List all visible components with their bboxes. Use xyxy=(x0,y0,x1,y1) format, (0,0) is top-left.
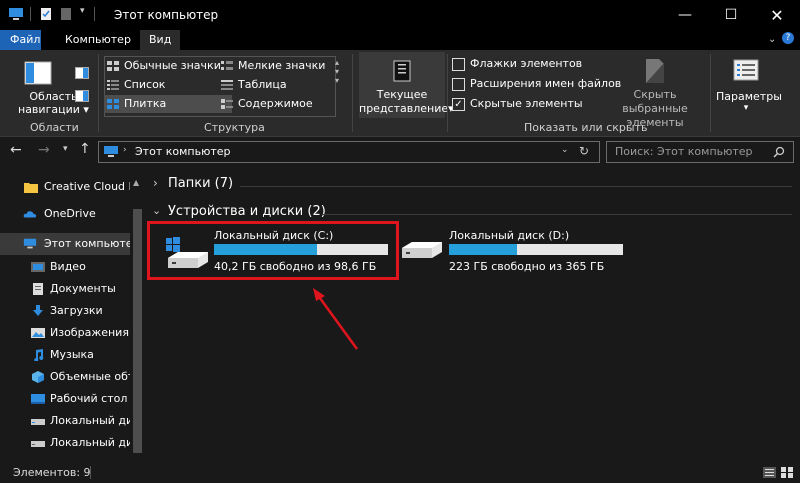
file-extensions-checkbox[interactable] xyxy=(452,78,465,91)
current-view-icon xyxy=(393,60,411,82)
navigation-pane: Creative Cloud Fil OneDrive Этот компьют… xyxy=(0,170,145,463)
minimize-button[interactable]: — xyxy=(662,0,708,30)
tab-view[interactable]: Вид xyxy=(140,30,181,50)
highlight-box xyxy=(147,221,399,280)
back-arrow-icon[interactable]: ← xyxy=(10,142,22,158)
layout-group-label: Структура xyxy=(204,121,265,134)
download-icon xyxy=(33,305,43,316)
item-checkboxes-checkbox[interactable] xyxy=(452,58,465,71)
scroll-up-icon[interactable]: ▲ xyxy=(133,178,139,187)
drive-icon xyxy=(31,441,45,447)
sidebar-item-music[interactable]: Музыка xyxy=(0,344,130,366)
details-view-icon[interactable] xyxy=(763,467,776,478)
maximize-button[interactable]: ☐ xyxy=(708,0,754,30)
computer-icon xyxy=(9,8,23,20)
search-box[interactable]: Поиск: Этот компьютер xyxy=(606,141,794,163)
window-title: Этот компьютер xyxy=(114,8,219,22)
layout-content[interactable]: Содержимое xyxy=(218,95,352,113)
folder-icon xyxy=(24,183,38,193)
panes-group-label: Области xyxy=(30,121,79,134)
close-button[interactable]: ✕ xyxy=(754,0,800,30)
annotation-arrow-icon xyxy=(313,288,359,350)
properties-icon[interactable] xyxy=(40,7,52,21)
folders-group-header[interactable]: Папки (7) xyxy=(168,176,233,191)
drive-d-usage-bar xyxy=(449,244,623,255)
layout-tiles[interactable]: Плитка xyxy=(104,95,232,113)
desktop-icon xyxy=(31,394,45,404)
options-button[interactable]: Параметры ▾ xyxy=(716,90,782,113)
search-icon xyxy=(773,146,785,158)
layout-large-icons[interactable]: Обычные значки xyxy=(104,57,232,75)
computer-icon xyxy=(23,238,37,249)
forward-arrow-icon[interactable]: → xyxy=(38,142,50,158)
layout-scroll-icons[interactable]: ▴ ▾ ▾ xyxy=(335,58,339,85)
item-count: Элементов: 9 xyxy=(13,466,91,479)
devices-group-header[interactable]: Устройства и диски (2) xyxy=(168,204,326,219)
navigation-pane-icon xyxy=(24,61,52,85)
address-dropdown-icon[interactable]: ⌄ xyxy=(561,145,569,155)
new-folder-icon[interactable] xyxy=(60,7,72,21)
item-checkboxes-label: Флажки элементов xyxy=(470,57,583,70)
devices-group-divider xyxy=(322,214,792,215)
sidebar-item-drive-d[interactable]: Локальный дис xyxy=(0,432,130,454)
drive-icon xyxy=(31,419,45,425)
drive-d-name: Локальный диск (D:) xyxy=(449,229,570,242)
sidebar-item-downloads[interactable]: Загрузки xyxy=(0,300,130,322)
sidebar-item-this-pc[interactable]: Этот компьютер xyxy=(0,233,130,255)
address-bar[interactable]: › Этот компьютер ⌄ ↻ xyxy=(98,141,600,163)
title-bar: ▾ Этот компьютер — ☐ ✕ xyxy=(0,0,800,30)
ribbon-tabs: Файл Компьютер Вид ⌄ ? xyxy=(0,30,800,50)
file-extensions-label: Расширения имен файлов xyxy=(470,77,622,90)
sidebar-scrollbar-thumb[interactable] xyxy=(133,209,142,453)
details-pane-icon[interactable] xyxy=(75,90,89,102)
sidebar-item-onedrive[interactable]: OneDrive xyxy=(0,203,130,225)
hide-selected-icon xyxy=(646,59,664,83)
devices-collapse-icon[interactable]: ⌄ xyxy=(152,204,161,217)
sidebar-item-videos[interactable]: Видео xyxy=(0,256,130,278)
hidden-items-label: Скрытые элементы xyxy=(470,97,583,110)
options-icon xyxy=(733,59,759,81)
search-placeholder: Поиск: Этот компьютер xyxy=(615,145,753,158)
tab-computer[interactable]: Компьютер xyxy=(56,30,140,50)
current-view-label-2: представление▾ xyxy=(359,102,454,115)
documents-icon xyxy=(33,283,43,295)
sidebar-item-documents[interactable]: Документы xyxy=(0,278,130,300)
tab-file[interactable]: Файл xyxy=(0,30,41,50)
sidebar-item-pictures[interactable]: Изображения xyxy=(0,322,130,344)
sidebar-item-desktop[interactable]: Рабочий стол xyxy=(0,388,130,410)
sidebar-item-drive-c[interactable]: Локальный дис xyxy=(0,410,130,432)
breadcrumb-this-pc[interactable]: Этот компьютер xyxy=(135,145,231,158)
drive-icon xyxy=(402,242,442,258)
recent-locations-icon[interactable]: ▾ xyxy=(63,144,68,154)
folders-group-divider xyxy=(240,186,792,187)
ribbon-collapse-icon[interactable]: ⌄ xyxy=(768,34,776,45)
sidebar-item-creative-cloud[interactable]: Creative Cloud Fil xyxy=(0,176,130,198)
up-arrow-icon[interactable]: ↑ xyxy=(79,141,91,157)
help-icon[interactable]: ? xyxy=(782,32,794,44)
cloud-icon xyxy=(23,211,37,218)
large-icons-view-icon[interactable] xyxy=(781,467,793,478)
show-hide-group-label: Показать или скрыть xyxy=(524,121,648,134)
preview-pane-icon[interactable] xyxy=(75,67,89,79)
current-view-label-1: Текущее xyxy=(376,88,428,101)
drive-d-free-space: 223 ГБ свободно из 365 ГБ xyxy=(449,260,605,273)
layout-small-icons[interactable]: Мелкие значки xyxy=(218,57,352,75)
video-icon xyxy=(31,262,45,272)
3d-objects-icon xyxy=(32,371,44,383)
music-icon xyxy=(34,349,44,361)
sidebar-item-3d-objects[interactable]: Объемные объ xyxy=(0,366,130,388)
pictures-icon xyxy=(31,328,45,338)
layout-list[interactable]: Список xyxy=(104,76,232,94)
folders-expand-icon[interactable]: › xyxy=(153,176,158,190)
status-bar: Элементов: 9 xyxy=(0,463,800,483)
layout-details[interactable]: Таблица xyxy=(218,76,352,94)
ribbon: Область навигации ▾ Области Обычные знач… xyxy=(0,50,800,137)
customize-quick-access-icon[interactable]: ▾ xyxy=(80,6,85,16)
computer-icon xyxy=(104,146,118,157)
breadcrumb-chevron-icon[interactable]: › xyxy=(123,145,127,155)
hidden-items-checkbox[interactable]: ✓ xyxy=(452,98,465,111)
drive-d-usage-fill xyxy=(449,244,517,255)
current-view-button[interactable]: Текущее представление▾ xyxy=(359,52,454,118)
refresh-icon[interactable]: ↻ xyxy=(579,144,589,158)
